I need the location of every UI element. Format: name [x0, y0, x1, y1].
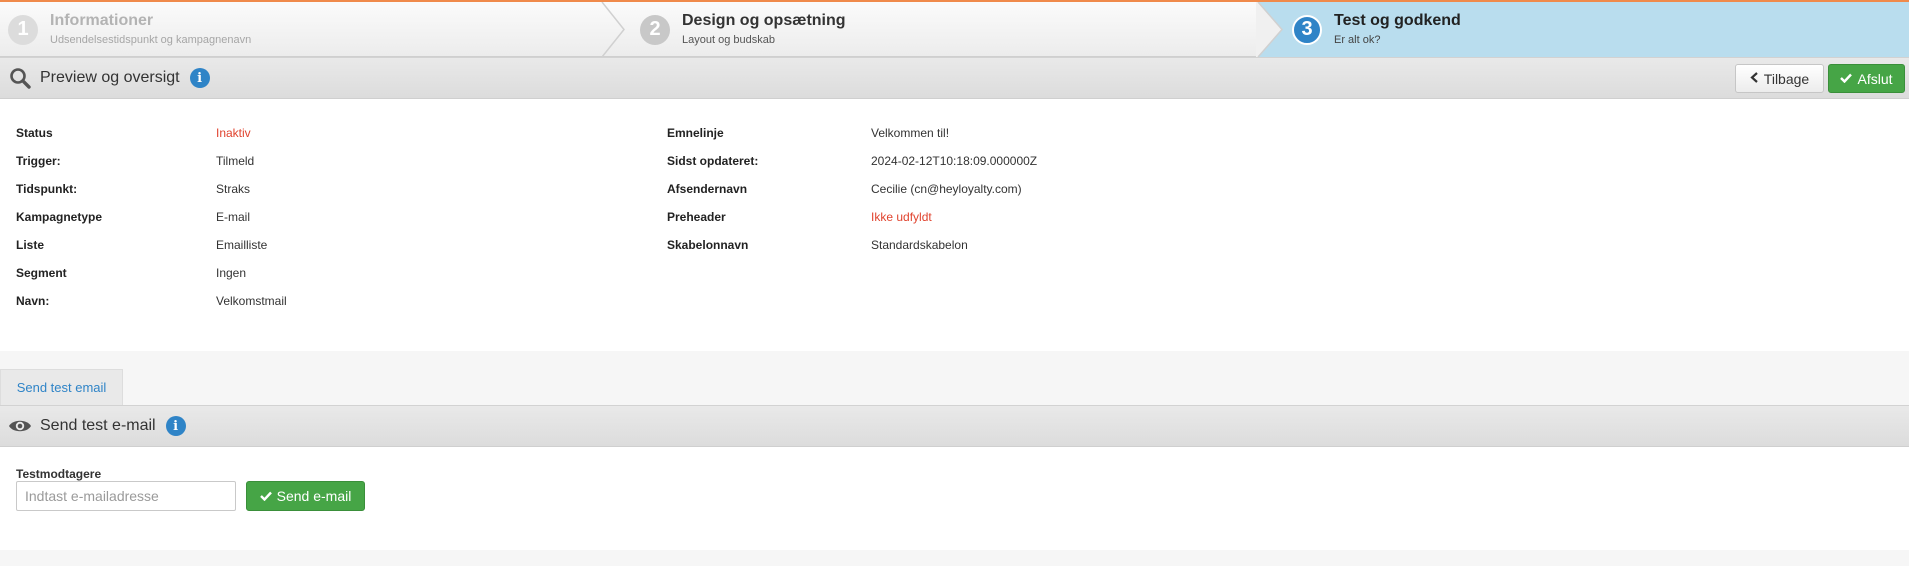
detail-value: Velkommen til!	[871, 126, 950, 140]
back-button[interactable]: Tilbage	[1735, 64, 1824, 93]
campaign-details: Status Inaktiv Trigger: Tilmeld Tidspunk…	[0, 99, 1909, 351]
step-title-3: Test og godkend	[1334, 12, 1461, 29]
preview-title: Preview og oversigt	[40, 69, 180, 86]
detail-label: Segment	[16, 266, 67, 280]
detail-value: Straks	[216, 182, 251, 196]
test-recipients-label: Testmodtagere	[16, 467, 102, 481]
detail-label: Preheader	[667, 210, 726, 224]
magnifier-icon	[8, 66, 32, 90]
step-separator-arrow	[601, 2, 625, 57]
finish-button[interactable]: Afslut	[1828, 64, 1905, 93]
detail-value: Cecilie (cn@heyloyalty.com)	[871, 182, 1022, 196]
detail-label: Trigger:	[16, 154, 61, 168]
wizard-step-3[interactable]: 3 Test og godkend Er alt ok?	[1292, 2, 1461, 57]
check-icon	[259, 489, 272, 504]
step-number-3: 3	[1292, 14, 1322, 45]
send-email-button-label: Send e-mail	[276, 488, 352, 504]
finish-button-label: Afslut	[1857, 70, 1893, 87]
step-title-1: Informationer	[50, 12, 154, 29]
test-section-header: Send test e-mail i	[0, 405, 1909, 447]
detail-label: Skabelonnavn	[667, 238, 749, 252]
check-icon	[1840, 71, 1853, 86]
info-icon[interactable]: i	[189, 68, 210, 88]
step-subtitle-1: Udsendelsestidspunkt og kampagnenavn	[50, 34, 252, 46]
step-number-1: 1	[8, 14, 38, 45]
detail-label: Tidspunkt:	[16, 182, 78, 196]
chevron-left-icon	[1750, 71, 1759, 86]
step-subtitle-3: Er alt ok?	[1334, 34, 1381, 46]
test-email-form: Testmodtagere Send e-mail	[0, 447, 1909, 550]
detail-label: Navn:	[16, 294, 50, 308]
detail-value: Emailliste	[216, 238, 268, 252]
detail-value: Tilmeld	[216, 154, 255, 168]
detail-label: Afsendernavn	[667, 182, 748, 196]
detail-label: Liste	[16, 238, 45, 252]
test-section-title: Send test e-mail	[40, 417, 156, 434]
status-value: Inaktiv	[216, 126, 251, 140]
step-number-2: 2	[640, 14, 670, 45]
section-spacer	[0, 351, 1909, 369]
step-separator-arrow-active	[1256, 2, 1283, 57]
preview-section-header: Preview og oversigt i Tilbage Afslut	[0, 57, 1909, 99]
step-title-2: Design og opsætning	[682, 12, 846, 29]
detail-label: Kampagnetype	[16, 210, 103, 224]
test-email-input[interactable]	[16, 481, 236, 511]
step-subtitle-2: Layout og budskab	[682, 34, 775, 46]
wizard-steps: 1 Informationer Udsendelsestidspunkt og …	[0, 0, 1909, 57]
eye-icon	[8, 414, 32, 438]
page-footer-strip	[0, 550, 1909, 566]
detail-label: Emnelinje	[667, 126, 724, 140]
detail-value: Standardskabelon	[871, 238, 968, 252]
detail-label: Sidst opdateret:	[667, 154, 759, 168]
preheader-value: Ikke udfyldt	[871, 210, 932, 224]
tab-send-test-email[interactable]: Send test email	[0, 369, 123, 405]
info-icon[interactable]: i	[165, 416, 186, 436]
detail-label: Status	[16, 126, 53, 140]
wizard-step-2[interactable]: 2 Design og opsætning Layout og budskab	[640, 2, 846, 57]
detail-value: Velkomstmail	[216, 294, 287, 308]
detail-value: Ingen	[216, 266, 247, 280]
back-button-label: Tilbage	[1763, 70, 1810, 87]
tab-bar: Send test email	[0, 369, 1909, 405]
send-email-button[interactable]: Send e-mail	[246, 481, 365, 511]
wizard-step-1[interactable]: 1 Informationer Udsendelsestidspunkt og …	[8, 2, 251, 57]
detail-value: 2024-02-12T10:18:09.000000Z	[871, 154, 1038, 168]
detail-value: E-mail	[216, 210, 251, 224]
